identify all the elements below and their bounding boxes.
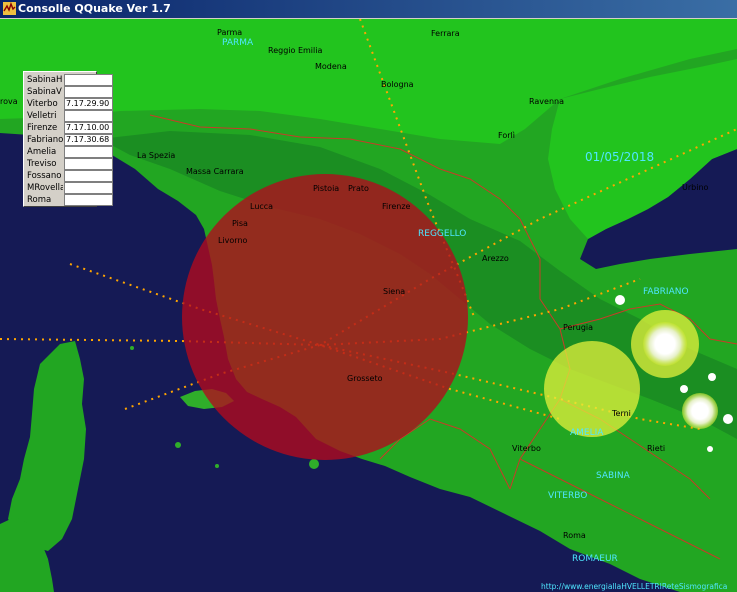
gorgona-island — [130, 346, 134, 350]
panel-row: Fabriano 7.17.30.68 — [26, 134, 113, 146]
city-label: Viterbo — [512, 444, 541, 453]
city-label: Reggio Emilia — [268, 46, 322, 55]
city-label: Pistoia — [313, 184, 339, 193]
station-name: Fossano — [27, 171, 62, 181]
earthquake-event-circle[interactable] — [182, 174, 468, 460]
city-label: Prato — [348, 184, 369, 193]
city-label: Siena — [383, 287, 405, 296]
rieti-event-glow — [682, 393, 718, 429]
station-name: Fabriano — [27, 135, 63, 145]
city-label: Forlì — [498, 131, 515, 140]
city-label: Massa Carrara — [186, 167, 244, 176]
city-label: Roma — [563, 531, 586, 540]
station-name: Velletri — [27, 111, 57, 121]
station-name: Treviso — [27, 159, 57, 169]
station-time-field[interactable]: 7.17.30.68 — [64, 134, 113, 146]
station-name: Firenze — [27, 123, 58, 133]
station-time-field[interactable] — [64, 194, 113, 206]
station-time-field[interactable] — [64, 182, 113, 194]
seismic-map[interactable]: Parma PARMA Reggio Emilia Modena Ferrara… — [0, 19, 737, 592]
station-time-field[interactable] — [64, 158, 113, 170]
city-label: Ferrara — [431, 29, 460, 38]
panel-row: Treviso — [26, 158, 113, 170]
minor-event-1 — [615, 295, 625, 305]
panel-row: SabinaV — [26, 86, 113, 98]
panel-row: Roma — [26, 194, 113, 206]
city-label: Bologna — [381, 80, 414, 89]
panel-row: SabinaH — [26, 74, 113, 86]
city-label: Lucca — [250, 202, 273, 211]
panel-row: Fossano — [26, 170, 113, 182]
station-label: AMELIA — [570, 428, 604, 438]
city-label: Livorno — [218, 236, 248, 245]
city-label: La Spezia — [137, 151, 175, 160]
capraia-island — [175, 442, 181, 448]
city-label: Grosseto — [347, 374, 383, 383]
giglio-island — [309, 459, 319, 469]
city-label: Arezzo — [482, 254, 509, 263]
minor-event-5 — [707, 446, 713, 452]
station-time-field[interactable]: 7.17.10.00 — [64, 122, 113, 134]
station-name: Roma — [27, 195, 52, 205]
station-name: MRovella — [27, 183, 63, 193]
city-label: Urbino — [682, 183, 709, 192]
station-name: SabinaH — [27, 75, 63, 85]
station-name: Amelia — [27, 147, 57, 157]
minor-event-3 — [723, 414, 733, 424]
date-label: 01/05/2018 — [585, 150, 654, 164]
amelia-station-circle[interactable] — [544, 341, 640, 437]
panel-row: Viterbo 7.17.29.90 — [26, 98, 113, 110]
station-time-field[interactable] — [64, 170, 113, 182]
station-label: VITERBO — [548, 491, 587, 501]
station-label: FABRIANO — [643, 287, 689, 297]
panel-row: Amelia — [26, 146, 113, 158]
window-title: Consolle QQuake Ver 1.7 — [18, 2, 171, 15]
station-name: Viterbo — [27, 99, 58, 109]
minor-event-2 — [708, 373, 716, 381]
city-label: Terni — [611, 409, 631, 418]
station-time-field[interactable] — [64, 110, 113, 122]
title-bar[interactable]: Consolle QQuake Ver 1.7 — [0, 0, 737, 18]
station-label: PARMA — [222, 38, 254, 48]
city-label: Pisa — [232, 219, 248, 228]
montecristo-island — [215, 464, 219, 468]
city-label: Firenze — [382, 202, 411, 211]
station-time-field[interactable] — [64, 146, 113, 158]
city-label: Rieti — [647, 444, 665, 453]
panel-row: Velletri — [26, 110, 113, 122]
qquake-window: Consolle QQuake Ver 1.7 Parma PARMA Regg… — [0, 0, 737, 592]
minor-event-4 — [680, 385, 688, 393]
station-label: ROMAEUR — [572, 554, 618, 564]
station-time-field[interactable] — [64, 86, 113, 98]
url-label[interactable]: http://www.energiallaHVELLETRIReteSismog… — [541, 582, 727, 591]
station-times-panel: SabinaH SabinaV Viterbo 7.17.29.90 Velle… — [23, 71, 113, 207]
panel-row: Firenze 7.17.10.00 — [26, 122, 113, 134]
fabriano-station-glow — [643, 322, 687, 366]
city-label: Perugia — [563, 323, 593, 332]
station-time-field[interactable] — [64, 74, 113, 86]
city-label: Parma — [217, 28, 242, 37]
qquake-app-icon — [3, 2, 16, 15]
city-label: Modena — [315, 62, 347, 71]
city-label: Ravenna — [529, 97, 564, 106]
station-label: REGGELLO — [418, 229, 466, 239]
station-time-field[interactable]: 7.17.29.90 — [64, 98, 113, 110]
city-label: rova — [0, 97, 18, 106]
panel-row: MRovella — [26, 182, 113, 194]
station-label: SABINA — [596, 471, 631, 481]
station-name: SabinaV — [27, 87, 62, 97]
